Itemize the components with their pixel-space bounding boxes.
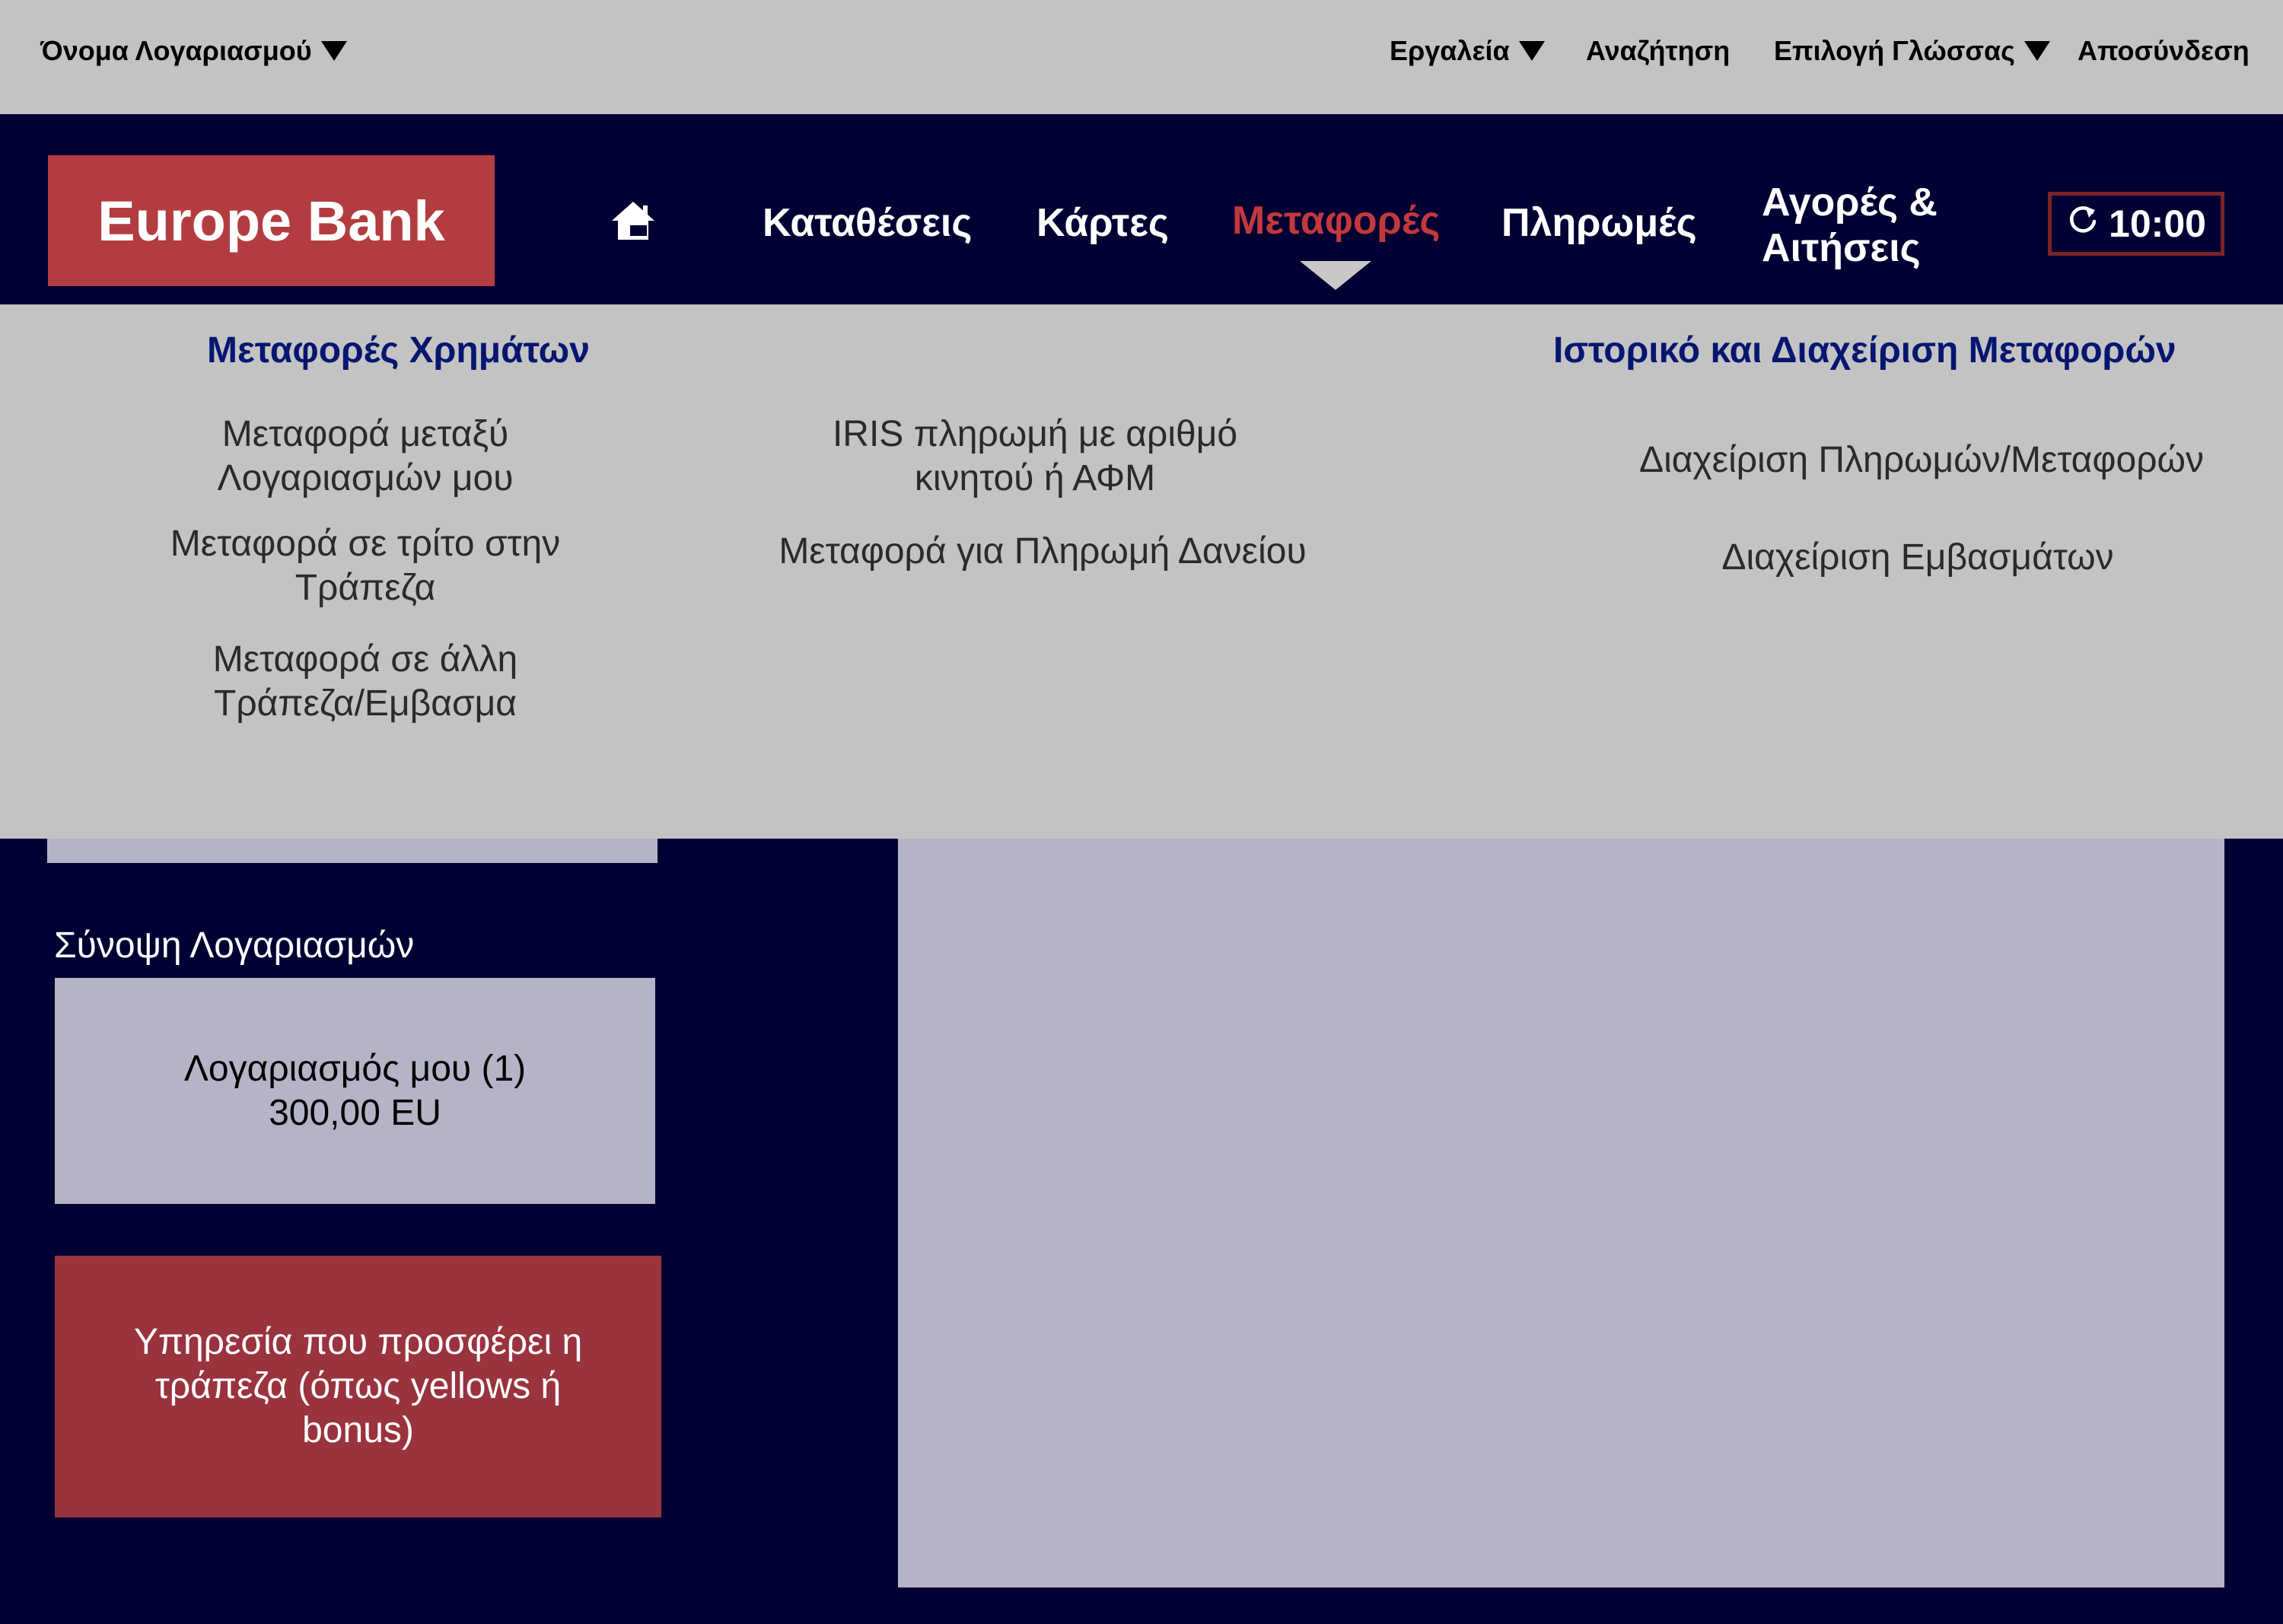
nav-cards[interactable]: Κάρτες [1036, 200, 1169, 246]
nav-transfers[interactable]: Μεταφορές [1232, 198, 1440, 244]
money-transfers-heading: Μεταφορές Χρημάτων [207, 330, 590, 371]
promo-banner[interactable]: Υπηρεσία που προσφέρει η τράπεζα (όπως y… [55, 1256, 661, 1517]
language-label: Επιλογή Γλώσσας [1774, 35, 2015, 66]
logout-link[interactable]: Αποσύνδεση [2078, 35, 2250, 67]
active-menu-caret-icon [1300, 261, 1371, 290]
account-summary-title: Σύνοψη Λογαριασμών [54, 925, 415, 966]
sidebar-panel-bottom [47, 839, 658, 863]
account-card[interactable]: Λογαριασμός μου (1) 300,00 EU [55, 978, 655, 1204]
logout-label: Αποσύνδεση [2078, 35, 2250, 66]
menu-link-loan-payment-transfer[interactable]: Μεταφορά για Πληρωμή Δανείου [731, 530, 1355, 574]
refresh-icon [2066, 202, 2100, 246]
tools-dropdown[interactable]: Εργαλεία [1390, 35, 1545, 67]
tools-label: Εργαλεία [1390, 35, 1510, 66]
utility-bar: Όνομα Λογαριασμού Εργαλεία Αναζήτηση Επι… [0, 0, 2283, 114]
nav-purchases-applications[interactable]: Αγορές & Αιτήσεις [1762, 180, 1944, 271]
session-timer-button[interactable]: 10:00 [2048, 192, 2224, 256]
main-content-panel [898, 839, 2224, 1587]
nav-payments[interactable]: Πληρωμές [1501, 200, 1697, 246]
menu-link-iris-payment[interactable]: IRIS πληρωμή με αριθμό κινητού ή ΑΦΜ [776, 412, 1294, 501]
caret-down-icon [2023, 41, 2050, 61]
home-icon[interactable] [610, 199, 657, 242]
account-label: Λογαριασμός μου (1) [183, 1048, 527, 1089]
promo-text: Υπηρεσία που προσφέρει η τράπεζα (όπως y… [133, 1322, 583, 1450]
transfers-dropdown-menu: Μεταφορές Χρημάτων Μεταφορά μεταξύ Λογαρ… [0, 304, 2283, 839]
search-label: Αναζήτηση [1586, 35, 1731, 66]
caret-down-icon [320, 41, 347, 61]
menu-link-manage-remittances[interactable]: Διαχείριση Εμβασμάτων [1613, 536, 2222, 580]
history-management-heading: Ιστορικό και Διαχείριση Μεταφορών [1553, 330, 2176, 371]
language-dropdown[interactable]: Επιλογή Γλώσσας [1774, 35, 2050, 67]
nav-deposits[interactable]: Καταθέσεις [763, 200, 972, 246]
account-balance: 300,00 EU [269, 1092, 441, 1133]
caret-down-icon [1518, 41, 1545, 61]
menu-link-manage-payments-transfers[interactable]: Διαχείριση Πληρωμών/Μεταφορών [1575, 438, 2268, 482]
search-link[interactable]: Αναζήτηση [1586, 35, 1730, 67]
account-name-dropdown[interactable]: Όνομα Λογαριασμού [40, 35, 347, 67]
menu-link-other-bank-transfer[interactable]: Μεταφορά σε άλλη Τράπεζα/Εμβασμα [152, 638, 578, 726]
account-name-label: Όνομα Λογαριασμού [40, 35, 312, 66]
menu-link-own-accounts-transfer[interactable]: Μεταφορά μεταξύ Λογαριασμών μου [152, 412, 578, 501]
brand-logo[interactable]: Europe Bank [48, 155, 495, 286]
session-time: 10:00 [2109, 202, 2206, 245]
menu-link-third-party-transfer[interactable]: Μεταφορά σε τρίτο στην Τράπεζα [152, 522, 578, 610]
